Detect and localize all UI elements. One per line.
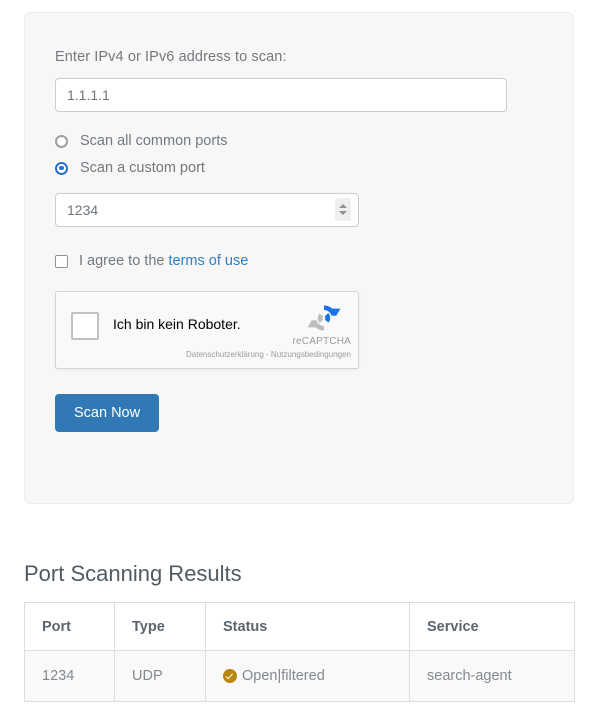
radio-custom-port-icon[interactable] xyxy=(55,161,68,175)
radio-common-ports-label: Scan all common ports xyxy=(80,133,228,149)
check-circle-icon xyxy=(223,669,237,683)
cell-type: UDP xyxy=(114,650,206,702)
cell-status: Open|filtered xyxy=(205,650,410,702)
radio-common-ports-icon[interactable] xyxy=(55,134,68,148)
recaptcha-widget[interactable]: Ich bin kein Roboter. reCAPTCHA Datensch… xyxy=(55,291,359,369)
port-input[interactable] xyxy=(55,193,359,227)
results-title: Port Scanning Results xyxy=(24,561,242,587)
address-input[interactable] xyxy=(55,78,507,112)
column-header-type: Type xyxy=(114,602,206,651)
scan-form-panel: Enter IPv4 or IPv6 address to scan: Scan… xyxy=(24,12,574,504)
port-stepper[interactable] xyxy=(335,198,351,221)
port-number-field xyxy=(55,193,359,227)
terms-text: I agree to the xyxy=(79,253,165,269)
status-badge: Open|filtered xyxy=(223,668,409,684)
results-table: Port Type Status Service 1234 UDP Open|f… xyxy=(24,602,575,702)
status-text: Open|filtered xyxy=(242,668,325,684)
column-header-port: Port xyxy=(24,602,115,651)
recaptcha-fine-print: Datenschutzerklärung - Nutzungsbedingung… xyxy=(186,350,351,359)
chevron-up-icon[interactable] xyxy=(339,204,347,208)
address-label: Enter IPv4 or IPv6 address to scan: xyxy=(55,49,287,65)
column-header-status: Status xyxy=(205,602,410,651)
cell-service: search-agent xyxy=(409,650,575,702)
table-header-row: Port Type Status Service xyxy=(24,602,575,651)
radio-custom-port-label: Scan a custom port xyxy=(80,160,205,176)
chevron-down-icon[interactable] xyxy=(339,211,347,215)
radio-option-custom-port[interactable]: Scan a custom port xyxy=(55,160,543,176)
scan-now-button[interactable]: Scan Now xyxy=(55,394,160,432)
recaptcha-brand: reCAPTCHA xyxy=(292,336,351,347)
recaptcha-label: Ich bin kein Roboter. xyxy=(113,316,241,332)
port-scanner-page: Enter IPv4 or IPv6 address to scan: Scan… xyxy=(0,0,593,718)
terms-agreement-row: I agree to the terms of use xyxy=(55,253,543,269)
terms-checkbox[interactable] xyxy=(55,254,68,268)
recaptcha-logo-icon xyxy=(306,300,342,336)
recaptcha-checkbox[interactable] xyxy=(71,312,99,340)
cell-port: 1234 xyxy=(24,650,115,702)
terms-label: I agree to the terms of use xyxy=(79,253,248,269)
terms-of-use-link[interactable]: terms of use xyxy=(168,253,248,269)
table-row: 1234 UDP Open|filtered search-agent xyxy=(24,650,575,702)
column-header-service: Service xyxy=(409,602,575,651)
radio-option-common-ports[interactable]: Scan all common ports xyxy=(55,133,543,149)
